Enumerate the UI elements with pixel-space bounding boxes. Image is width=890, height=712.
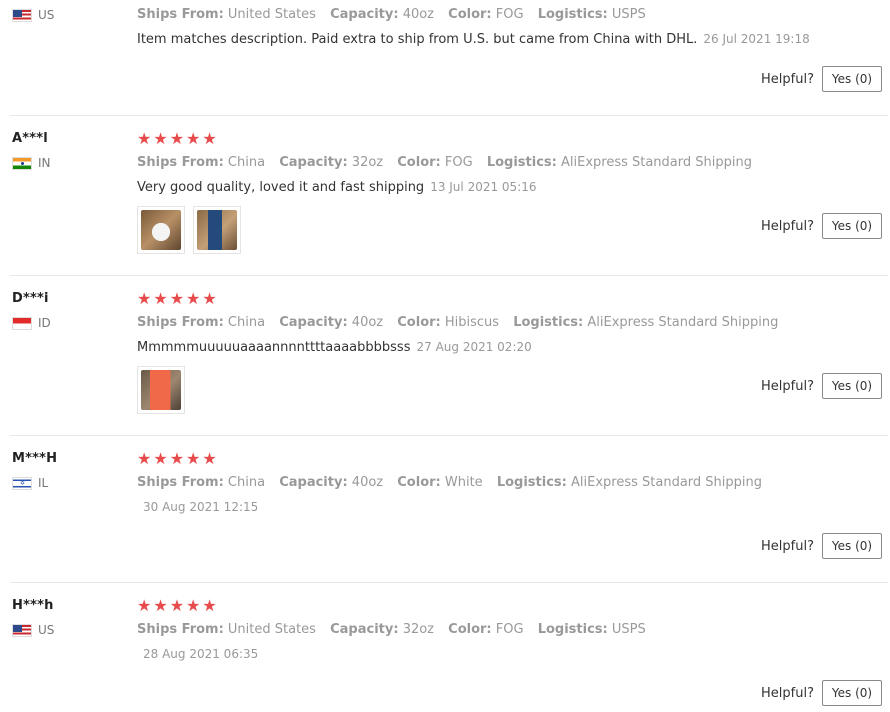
ships-from-value: China xyxy=(227,315,266,330)
review-text: 30 Aug 2021 12:15 xyxy=(137,500,258,515)
us-flag-icon xyxy=(12,8,32,22)
logistics-value: USPS xyxy=(611,622,646,637)
reviewer-country: IN xyxy=(12,156,51,170)
rating-stars: ★★★★★ xyxy=(137,129,219,148)
divider xyxy=(10,582,888,583)
color-value: FOG xyxy=(444,155,473,170)
reviewer-name: D***i xyxy=(12,291,49,306)
helpful-label: Helpful? xyxy=(761,378,814,394)
helpful-yes-button[interactable]: Yes (0) xyxy=(822,533,882,559)
ships-from-value: China xyxy=(227,475,266,490)
review-text: Very good quality, loved it and fast shi… xyxy=(137,180,537,195)
review-specs: Ships From: United States Capacity: 32oz… xyxy=(137,622,646,637)
helpful-yes-button[interactable]: Yes (0) xyxy=(822,373,882,399)
country-code: US xyxy=(38,623,55,637)
ships-from-value: China xyxy=(227,155,266,170)
capacity-value: 40oz xyxy=(351,475,384,490)
review-text: Item matches description. Paid extra to … xyxy=(137,32,810,47)
review-text: Mmmmmuuuuuaaaannnnttttaaaabbbbsss 27 Aug … xyxy=(137,340,532,355)
color-value: FOG xyxy=(495,7,524,22)
review-date: 13 Jul 2021 05:16 xyxy=(430,180,537,194)
reviewer-name: H***h xyxy=(12,598,54,613)
logistics-value: AliExpress Standard Shipping xyxy=(587,315,779,330)
helpful-section: Helpful? Yes (0) xyxy=(761,533,882,559)
color-value: Hibiscus xyxy=(444,315,500,330)
reviewer-country: US xyxy=(12,8,54,22)
review-specs: Ships From: China Capacity: 40oz Color: … xyxy=(137,475,762,490)
helpful-section: Helpful? Yes (0) xyxy=(761,213,882,239)
helpful-section: Helpful? Yes (0) xyxy=(761,66,882,92)
review-photo-thumbnail[interactable] xyxy=(137,366,185,414)
helpful-label: Helpful? xyxy=(761,71,814,87)
logistics-value: USPS xyxy=(611,7,646,22)
helpful-yes-button[interactable]: Yes (0) xyxy=(822,213,882,239)
rating-stars: ★★★★★ xyxy=(137,449,219,468)
country-code: US xyxy=(38,8,55,22)
indonesia-flag-icon xyxy=(12,316,32,330)
india-flag-icon xyxy=(12,156,32,170)
helpful-section: Helpful? Yes (0) xyxy=(761,680,882,706)
review-photo-thumbnail[interactable] xyxy=(193,206,241,254)
review-date: 27 Aug 2021 02:20 xyxy=(416,340,532,354)
review-specs: Ships From: China Capacity: 32oz Color: … xyxy=(137,155,752,170)
rating-stars: ★★★★★ xyxy=(137,596,219,615)
helpful-label: Helpful? xyxy=(761,538,814,554)
review-text: 28 Aug 2021 06:35 xyxy=(137,647,258,662)
divider xyxy=(10,435,888,436)
helpful-yes-button[interactable]: Yes (0) xyxy=(822,66,882,92)
ships-from-value: United States xyxy=(227,622,316,637)
review-specs: Ships From: United States Capacity: 40oz… xyxy=(137,7,646,22)
helpful-section: Helpful? Yes (0) xyxy=(761,373,882,399)
country-code: IL xyxy=(38,476,49,490)
israel-flag-icon: ✡ xyxy=(12,476,32,490)
reviewer-name: M***H xyxy=(12,451,58,466)
helpful-yes-button[interactable]: Yes (0) xyxy=(822,680,882,706)
reviewer-country: US xyxy=(12,623,54,637)
review-date: 28 Aug 2021 06:35 xyxy=(143,647,259,661)
capacity-value: 32oz xyxy=(402,622,435,637)
review-specs: Ships From: China Capacity: 40oz Color: … xyxy=(137,315,779,330)
review-date: 26 Jul 2021 19:18 xyxy=(703,32,810,46)
us-flag-icon xyxy=(12,623,32,637)
helpful-label: Helpful? xyxy=(761,218,814,234)
color-value: White xyxy=(444,475,483,490)
review-photo-thumbnail[interactable] xyxy=(137,206,185,254)
capacity-value: 40oz xyxy=(351,315,384,330)
country-code: IN xyxy=(38,156,51,170)
review-photos xyxy=(137,206,241,254)
divider xyxy=(10,115,888,116)
review-photos xyxy=(137,366,185,414)
reviewer-country: ID xyxy=(12,316,51,330)
logistics-value: AliExpress Standard Shipping xyxy=(571,475,762,490)
color-value: FOG xyxy=(495,622,524,637)
review-date: 30 Aug 2021 12:15 xyxy=(143,500,259,514)
reviewer-name: A***l xyxy=(12,131,48,146)
capacity-value: 32oz xyxy=(351,155,384,170)
logistics-value: AliExpress Standard Shipping xyxy=(560,155,752,170)
capacity-value: 40oz xyxy=(402,7,435,22)
divider xyxy=(10,275,888,276)
country-code: ID xyxy=(38,316,51,330)
helpful-label: Helpful? xyxy=(761,685,814,701)
ships-from-value: United States xyxy=(227,7,316,22)
reviewer-country: ✡ IL xyxy=(12,476,48,490)
rating-stars: ★★★★★ xyxy=(137,289,219,308)
